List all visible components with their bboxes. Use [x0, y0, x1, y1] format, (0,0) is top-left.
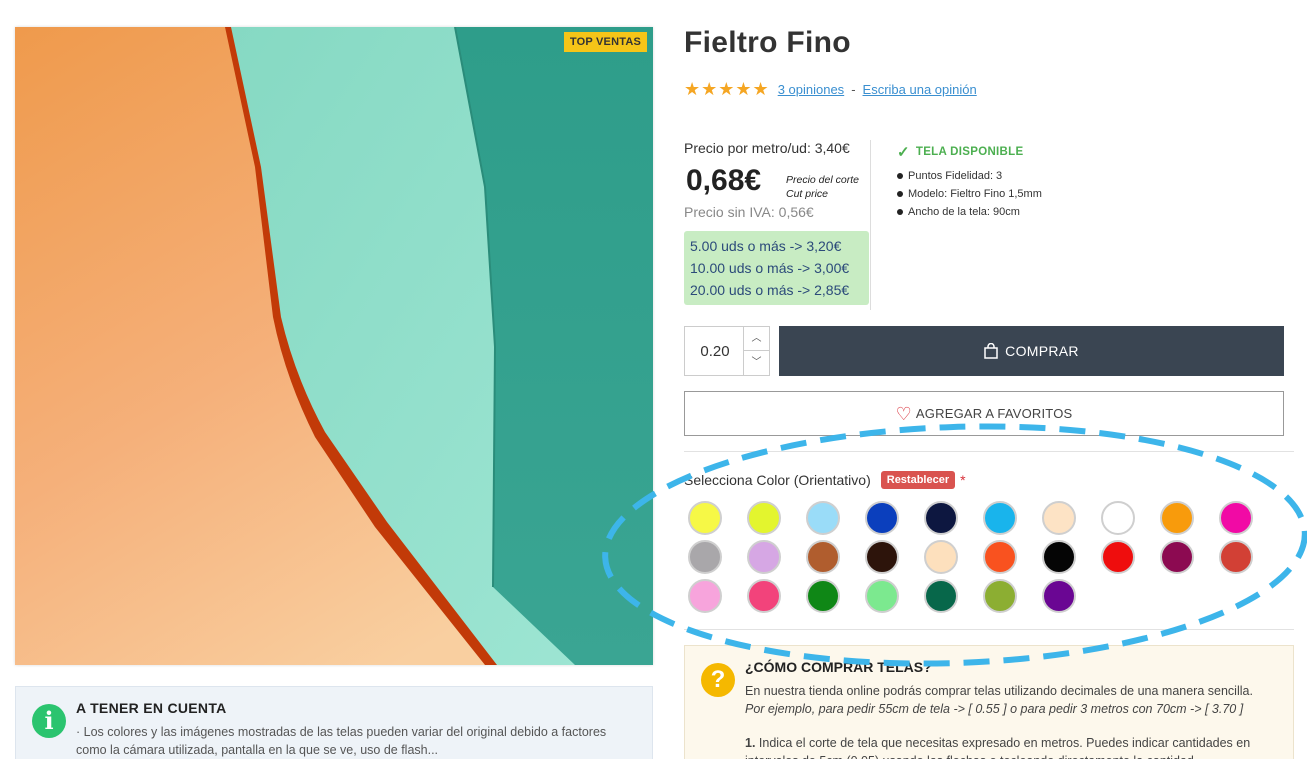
- price-box: Precio por metro/ud: 3,40€ 0,68€ Precio …: [684, 140, 870, 305]
- write-review-link[interactable]: Escriba una opinión: [863, 82, 977, 97]
- rating-separator: -: [851, 82, 856, 97]
- required-mark: *: [960, 472, 966, 488]
- price-per-unit: Precio por metro/ud: 3,40€: [684, 140, 850, 156]
- check-icon: ✓: [897, 144, 910, 161]
- cut-price-label: Precio del corte Cut price: [786, 173, 859, 201]
- rating-stars-icon: ★★★★★: [684, 79, 770, 99]
- divider: [684, 451, 1294, 452]
- color-swatch[interactable]: [747, 501, 781, 535]
- notice-text: · Los colores y las imágenes mostradas d…: [76, 725, 607, 757]
- discount-row: 5.00 uds o más -> 3,20€: [690, 238, 842, 254]
- how-to-buy-box: ? ¿CÓMO COMPRAR TELAS? En nuestra tienda…: [684, 645, 1294, 759]
- color-swatch[interactable]: [1042, 501, 1076, 535]
- color-swatch[interactable]: [806, 579, 840, 613]
- color-swatch[interactable]: [1101, 501, 1135, 535]
- reset-color-button[interactable]: Restablecer: [880, 471, 956, 489]
- color-swatch[interactable]: [1160, 540, 1194, 574]
- color-swatch[interactable]: [1101, 540, 1135, 574]
- color-swatch[interactable]: [924, 540, 958, 574]
- color-select-title: Selecciona Color (Orientativo): [684, 472, 871, 488]
- stock-status: ✓ TELA DISPONIBLE: [897, 143, 1042, 161]
- buy-button[interactable]: COMPRAR: [779, 326, 1284, 376]
- color-swatch[interactable]: [688, 501, 722, 535]
- color-swatch[interactable]: [865, 540, 899, 574]
- color-swatch[interactable]: [1160, 501, 1194, 535]
- cut-price-label-en: Cut price: [786, 188, 829, 200]
- stock-detail-item: Puntos Fidelidad: 3: [897, 167, 1042, 185]
- info-icon: i: [32, 704, 66, 738]
- color-swatch[interactable]: [688, 579, 722, 613]
- step-number: 1.: [745, 736, 756, 750]
- product-title: Fieltro Fino: [684, 26, 851, 59]
- cut-price-label-es: Precio del corte: [786, 174, 859, 186]
- color-swatch[interactable]: [1219, 501, 1253, 535]
- top-ventas-badge: TOP VENTAS: [563, 32, 647, 52]
- color-swatch[interactable]: [983, 579, 1017, 613]
- color-swatch[interactable]: [983, 540, 1017, 574]
- color-swatch[interactable]: [747, 579, 781, 613]
- color-swatch[interactable]: [688, 540, 722, 574]
- color-swatch[interactable]: [806, 501, 840, 535]
- felt-photo: [15, 27, 653, 665]
- how-to-buy-title: ¿CÓMO COMPRAR TELAS?: [745, 659, 932, 675]
- stock-detail-item: Ancho de la tela: 90cm: [897, 203, 1042, 221]
- heart-icon: ♡: [895, 403, 912, 424]
- rating-row: ★★★★★ 3 opiniones - Escriba una opinión: [684, 79, 977, 100]
- discount-row: 20.00 uds o más -> 2,85€: [690, 282, 850, 298]
- quantity-stepper: ︿ ﹀: [684, 326, 770, 376]
- reviews-link[interactable]: 3 opiniones: [778, 82, 845, 97]
- divider: [684, 629, 1294, 630]
- quantity-input[interactable]: [685, 327, 745, 375]
- step-text: Indica el corte de tela que necesitas ex…: [745, 736, 1251, 759]
- quantity-decrease-button[interactable]: ﹀: [743, 351, 769, 375]
- buy-button-label: COMPRAR: [1005, 343, 1079, 359]
- notice-title: A TENER EN CUENTA: [76, 700, 227, 716]
- question-icon: ?: [701, 663, 735, 697]
- add-to-favorites-button[interactable]: ♡ AGREGAR A FAVORITOS: [684, 391, 1284, 436]
- how-to-buy-intro-text: En nuestra tienda online podrás comprar …: [745, 684, 1253, 698]
- stock-status-label: TELA DISPONIBLE: [915, 146, 1024, 158]
- cut-price: 0,68€: [686, 164, 762, 197]
- stock-detail-item: Modelo: Fieltro Fino 1,5mm: [897, 185, 1042, 203]
- color-swatch[interactable]: [924, 579, 958, 613]
- color-swatch[interactable]: [865, 579, 899, 613]
- color-swatch[interactable]: [747, 540, 781, 574]
- notice-box: i A TENER EN CUENTA · Los colores y las …: [15, 686, 653, 759]
- quantity-increase-button[interactable]: ︿: [743, 327, 769, 351]
- chevron-down-icon: ﹀: [751, 357, 762, 368]
- color-swatch[interactable]: [1219, 540, 1253, 574]
- how-to-buy-intro: En nuestra tienda online podrás comprar …: [745, 682, 1285, 718]
- how-to-buy-example: Por ejemplo, para pedir 55cm de tela -> …: [745, 702, 1244, 716]
- price-without-vat: Precio sin IVA: 0,56€: [684, 204, 814, 220]
- color-swatch[interactable]: [1042, 540, 1076, 574]
- how-to-buy-step-1: 1. Indica el corte de tela que necesitas…: [745, 734, 1285, 759]
- color-swatch[interactable]: [924, 501, 958, 535]
- color-swatch[interactable]: [983, 501, 1017, 535]
- color-swatch[interactable]: [806, 540, 840, 574]
- shopping-bag-icon: [984, 343, 998, 359]
- stock-details: Puntos Fidelidad: 3 Modelo: Fieltro Fino…: [897, 167, 1042, 221]
- discount-row: 10.00 uds o más -> 3,00€: [690, 260, 850, 276]
- chevron-up-icon: ︿: [751, 333, 762, 344]
- color-swatch[interactable]: [1042, 579, 1076, 613]
- stock-info: ✓ TELA DISPONIBLE Puntos Fidelidad: 3 Mo…: [897, 143, 1042, 221]
- product-image[interactable]: TOP VENTAS: [15, 27, 653, 665]
- color-swatch[interactable]: [865, 501, 899, 535]
- favorites-label: AGREGAR A FAVORITOS: [915, 406, 1073, 421]
- quantity-discounts: 5.00 uds o más -> 3,20€ 10.00 uds o más …: [684, 231, 869, 305]
- divider: [870, 140, 871, 310]
- color-select-label: Selecciona Color (Orientativo) Restablec…: [684, 471, 966, 489]
